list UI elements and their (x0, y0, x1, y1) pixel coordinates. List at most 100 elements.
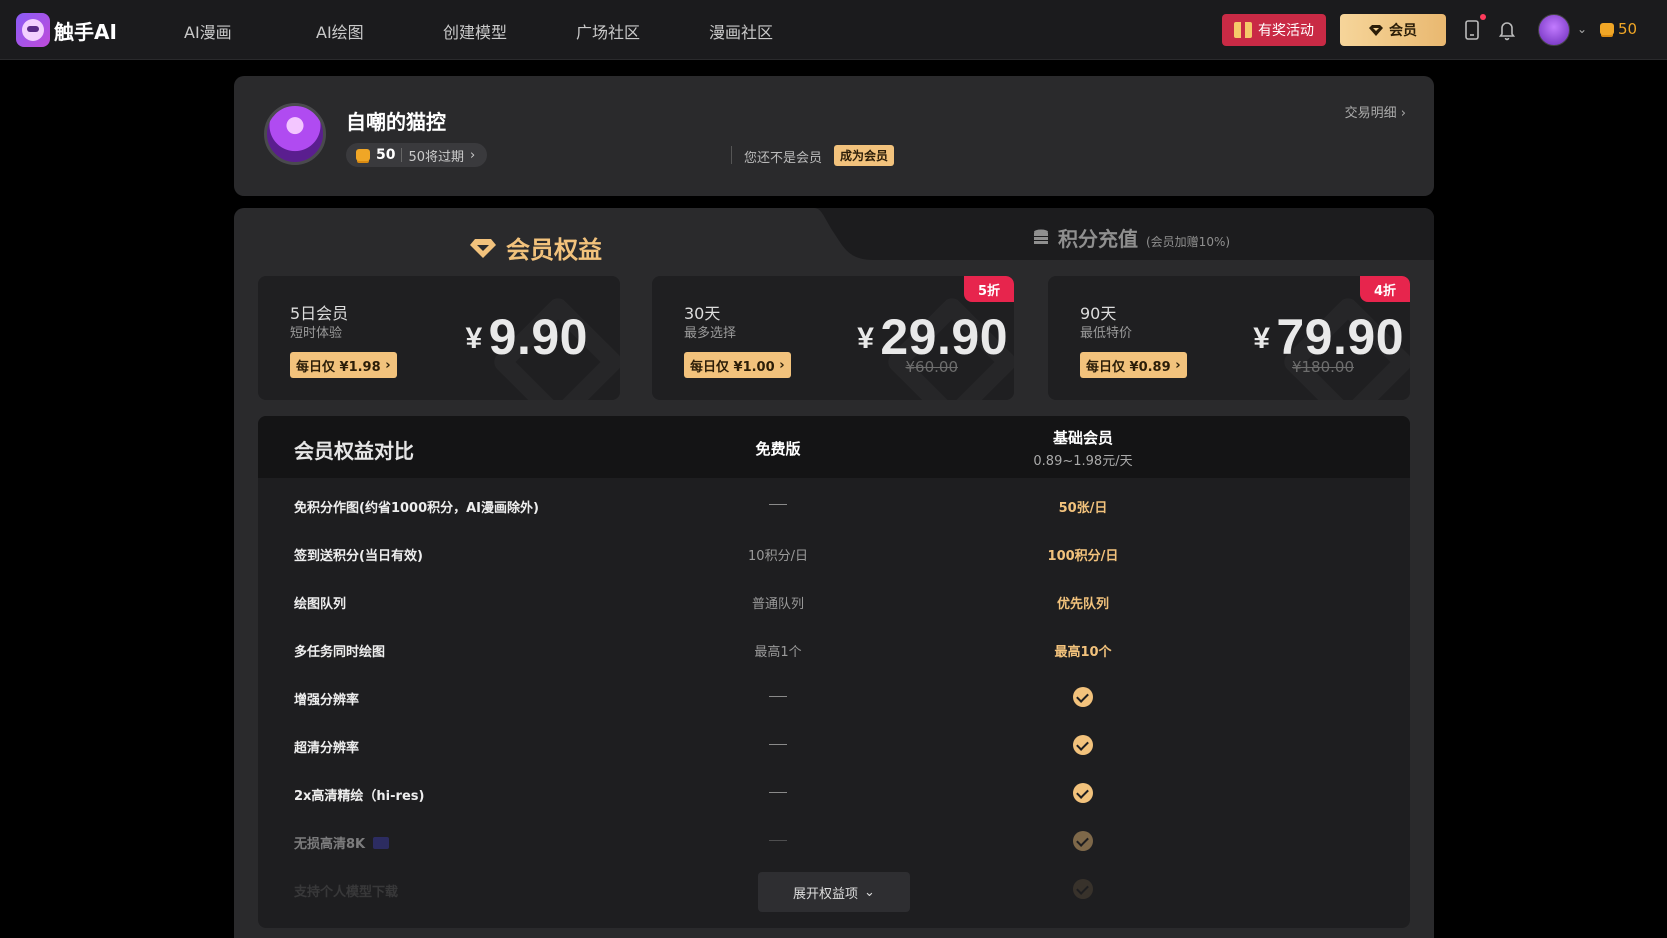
plan-price: ¥9.90 (465, 308, 588, 366)
profile-card: 自嘲的猫控 50 50将过期 › 您还不是会员 成为会员 交易明细 › (234, 76, 1434, 196)
vip-label: 会员 (1389, 23, 1417, 39)
nav-item-ai-comic[interactable]: AI漫画 (184, 19, 232, 43)
transactions-label: 交易明细 (1344, 106, 1397, 121)
benefit-label: 2x高清精绘（hi-res) (294, 789, 425, 804)
free-value: 普通队列 (751, 597, 804, 612)
chevron-right-icon: › (470, 147, 476, 163)
coins-icon (1034, 229, 1048, 244)
check-icon (1073, 879, 1093, 899)
monitor-icon (373, 836, 390, 849)
expand-benefits-button[interactable]: 展开权益项 ⌄ (758, 872, 910, 912)
benefit-label: 超清分辨率 (294, 741, 360, 756)
top-navbar: 触手AI AI漫画 AI绘图 创建模型 广场社区 漫画社区 有奖活动 会员 ⌄ … (0, 0, 1667, 60)
check-icon (1073, 783, 1093, 803)
original-price: ¥180.00 (1291, 358, 1354, 376)
plan-card-5day[interactable]: 5日会员 短时体验 每日仅 ¥1.98 › ¥9.90 (258, 276, 620, 400)
free-value: 最高1个 (754, 645, 802, 660)
diamond-icon (1369, 25, 1383, 36)
vip-value (998, 735, 1168, 755)
currency-symbol: ¥ (857, 322, 875, 355)
expire-text: 50将过期 (408, 149, 465, 165)
plan-daily-price[interactable]: 每日仅 ¥1.00 › (684, 352, 791, 378)
table-row: 超清分辨率 (258, 722, 1410, 770)
table-row: 2x高清精绘（hi-res) (258, 770, 1410, 818)
vip-value (998, 879, 1168, 899)
plan-subtitle: 最多选择 (684, 326, 737, 341)
vip-value: 100积分/日 (1047, 549, 1119, 564)
table-row: 签到送积分(当日有效) 10积分/日 100积分/日 (258, 530, 1410, 578)
benefit-label: 多任务同时绘图 (294, 645, 386, 660)
price-value: 79.90 (1276, 309, 1404, 365)
vip-value: 50张/日 (1058, 501, 1108, 516)
divider (731, 146, 732, 164)
table-row: 无损高清8K (258, 818, 1410, 866)
tab-membership-benefits[interactable]: 会员权益 (470, 230, 602, 265)
promo-activity-button[interactable]: 有奖活动 (1222, 14, 1326, 46)
vip-button[interactable]: 会员 (1340, 14, 1446, 46)
free-value (708, 833, 848, 848)
bell-icon[interactable] (1497, 19, 1517, 41)
app-name[interactable]: 触手AI (54, 16, 117, 45)
discount-badge: 5折 (964, 276, 1014, 302)
original-price: ¥60.00 (905, 358, 959, 376)
mobile-icon[interactable] (1462, 19, 1482, 41)
dash-icon (769, 840, 787, 841)
table-row: 多任务同时绘图 最高1个 最高10个 (258, 626, 1410, 674)
tab-inactive-background (814, 208, 1434, 260)
discount-badge: 4折 (1360, 276, 1410, 302)
free-value: 10积分/日 (748, 549, 808, 564)
gift-icon (1234, 22, 1252, 38)
diamond-icon (470, 238, 496, 258)
promo-label: 有奖活动 (1258, 23, 1314, 39)
nav-item-create-model[interactable]: 创建模型 (443, 19, 507, 43)
nav-item-comic-community[interactable]: 漫画社区 (709, 19, 773, 43)
plan-card-90day[interactable]: 4折 90天 最低特价 每日仅 ¥0.89 › ¥79.90 ¥180.00 (1048, 276, 1410, 400)
benefits-compare-table: 会员权益对比 免费版 基础会员 0.89~1.98元/天 免积分作图(约省100… (258, 416, 1410, 928)
compare-title: 会员权益对比 (294, 439, 414, 463)
benefit-label: 无损高清8K (294, 837, 366, 852)
benefit-label: 绘图队列 (294, 597, 347, 612)
check-icon (1073, 735, 1093, 755)
become-vip-button[interactable]: 成为会员 (834, 145, 895, 166)
dash-icon (769, 696, 787, 697)
logo-icon[interactable] (16, 13, 50, 47)
chevron-right-icon: › (1175, 357, 1181, 373)
plan-name: 90天 (1080, 304, 1117, 323)
vip-value: 优先队列 (1056, 597, 1109, 612)
nav-item-plaza-community[interactable]: 广场社区 (576, 19, 640, 43)
plan-card-30day[interactable]: 5折 30天 最多选择 每日仅 ¥1.00 › ¥29.90 ¥60.00 (652, 276, 1014, 400)
plan-name: 5日会员 (290, 304, 349, 323)
tab-points-recharge[interactable]: 积分充值 (会员加赠10%) (1032, 223, 1230, 252)
chevron-down-icon[interactable]: ⌄ (1577, 22, 1587, 36)
dash-icon (769, 744, 787, 745)
points-value: 50 (1618, 20, 1638, 38)
currency-symbol: ¥ (465, 322, 483, 355)
transactions-link[interactable]: 交易明细 › (1345, 102, 1406, 121)
dash-icon (769, 504, 787, 505)
profile-points-value: 50 (376, 147, 396, 163)
benefit-label-with-icon: 无损高清8K (294, 833, 390, 852)
check-icon (1073, 687, 1093, 707)
user-avatar[interactable] (1538, 14, 1570, 46)
notification-dot (1480, 14, 1486, 20)
free-value (708, 689, 848, 704)
benefit-label: 增强分辨率 (294, 693, 360, 708)
dash-icon (769, 792, 787, 793)
plan-daily-price[interactable]: 每日仅 ¥1.98 › (290, 352, 397, 378)
free-column-header: 免费版 (755, 440, 801, 458)
table-row: 绘图队列 普通队列 优先队列 (258, 578, 1410, 626)
daily-price-text: 每日仅 ¥0.89 (1086, 359, 1171, 375)
profile-points-pill[interactable]: 50 50将过期 › (346, 143, 488, 167)
not-vip-text: 您还不是会员 (744, 151, 823, 166)
free-value (708, 497, 848, 512)
vip-column-header: 基础会员 0.89~1.98元/天 (998, 427, 1168, 469)
chevron-right-icon: › (779, 357, 785, 373)
plan-subtitle: 短时体验 (290, 326, 343, 341)
nav-item-ai-drawing[interactable]: AI绘图 (316, 19, 364, 43)
daily-price-text: 每日仅 ¥1.98 (296, 359, 381, 375)
benefit-label: 支持个人模型下载 (294, 885, 399, 900)
points-balance[interactable]: 50 (1600, 20, 1637, 38)
benefit-label: 免积分作图(约省1000积分，AI漫画除外) (294, 501, 539, 516)
daily-price-text: 每日仅 ¥1.00 (690, 359, 775, 375)
plan-daily-price[interactable]: 每日仅 ¥0.89 › (1080, 352, 1187, 378)
